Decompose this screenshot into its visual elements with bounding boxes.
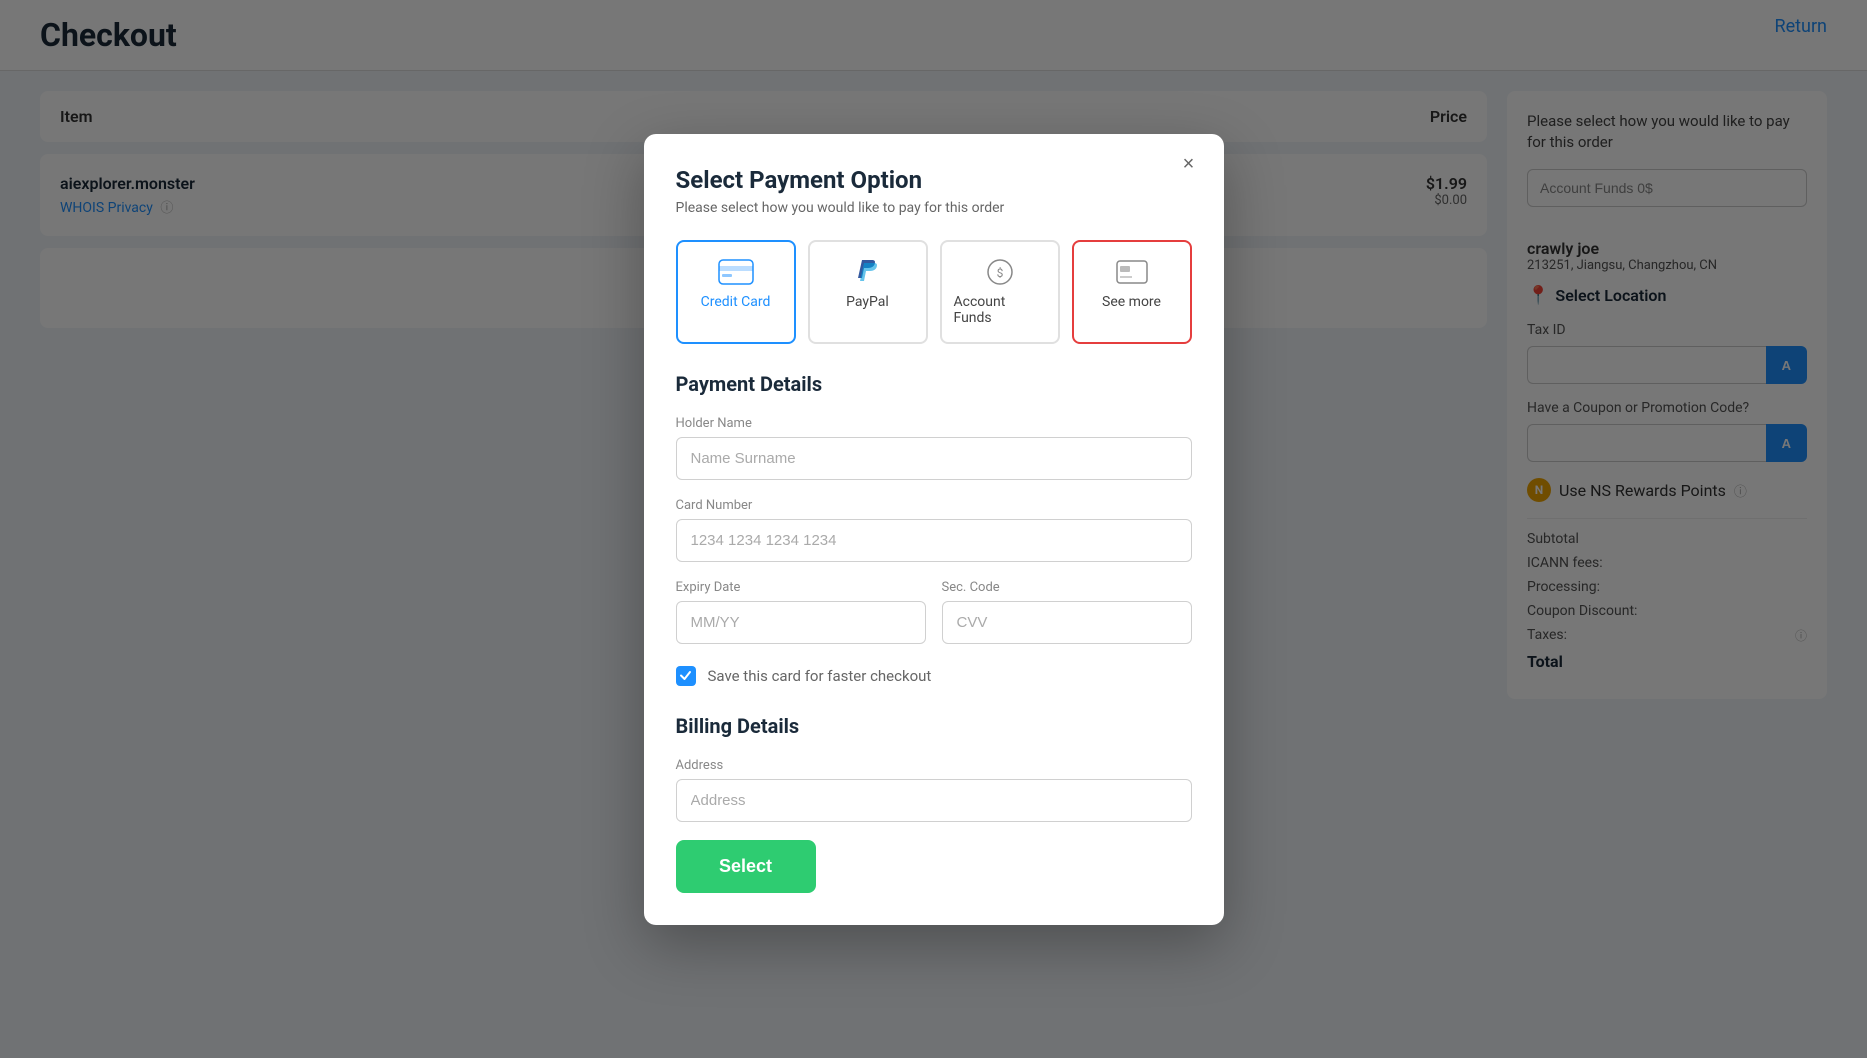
card-number-label: Card Number: [676, 498, 1192, 513]
select-button[interactable]: Select: [676, 840, 816, 893]
expiry-group: Expiry Date: [676, 580, 926, 644]
sec-code-group: Sec. Code: [942, 580, 1192, 644]
billing-details-title: Billing Details: [676, 714, 1192, 738]
see-more-label: See more: [1102, 294, 1161, 310]
see-more-icon: [1114, 258, 1150, 286]
modal-title: Select Payment Option: [676, 166, 1192, 194]
card-number-input[interactable]: [676, 519, 1192, 562]
payment-details-title: Payment Details: [676, 372, 1192, 396]
credit-card-label: Credit Card: [701, 294, 771, 310]
credit-card-icon: [718, 258, 754, 286]
payment-option-paypal[interactable]: PayPal: [808, 240, 928, 344]
expiry-label: Expiry Date: [676, 580, 926, 595]
sec-code-label: Sec. Code: [942, 580, 1192, 595]
holder-name-input[interactable]: [676, 437, 1192, 480]
sec-code-input[interactable]: [942, 601, 1192, 644]
paypal-label: PayPal: [846, 294, 889, 310]
holder-name-label: Holder Name: [676, 416, 1192, 431]
payment-options-row: Credit Card PayPal $: [676, 240, 1192, 344]
address-input[interactable]: [676, 779, 1192, 822]
paypal-icon: [850, 258, 886, 286]
modal-overlay: × Select Payment Option Please select ho…: [0, 0, 1867, 1058]
payment-option-account-funds[interactable]: $ Account Funds: [940, 240, 1060, 344]
save-card-label: Save this card for faster checkout: [708, 667, 932, 685]
modal-close-button[interactable]: ×: [1174, 150, 1204, 180]
payment-option-credit-card[interactable]: Credit Card: [676, 240, 796, 344]
holder-name-group: Holder Name: [676, 416, 1192, 480]
svg-text:$: $: [996, 266, 1003, 280]
account-funds-label: Account Funds: [954, 294, 1046, 326]
save-card-checkbox[interactable]: [676, 666, 696, 686]
expiry-input[interactable]: [676, 601, 926, 644]
save-card-row[interactable]: Save this card for faster checkout: [676, 666, 1192, 686]
modal-subtitle: Please select how you would like to pay …: [676, 200, 1192, 216]
card-number-group: Card Number: [676, 498, 1192, 562]
account-funds-icon: $: [982, 258, 1018, 286]
address-group: Address: [676, 758, 1192, 822]
expiry-sec-row: Expiry Date Sec. Code: [676, 580, 1192, 662]
payment-modal: × Select Payment Option Please select ho…: [644, 134, 1224, 925]
address-label: Address: [676, 758, 1192, 773]
payment-option-see-more[interactable]: See more: [1072, 240, 1192, 344]
